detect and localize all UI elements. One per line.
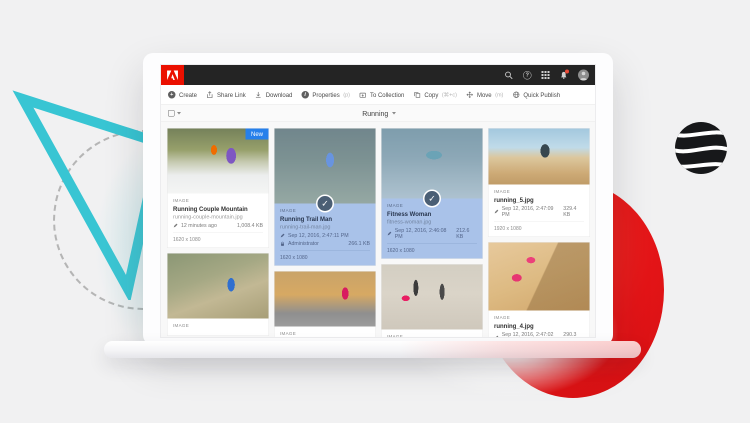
modified-date: Sep 12, 2016, 2:47:11 PM	[288, 233, 349, 239]
asset-thumbnail	[382, 265, 483, 330]
action-toolbar: + Create Share Link Download	[161, 85, 596, 105]
adobe-a-icon	[167, 70, 178, 80]
create-button[interactable]: + Create	[168, 91, 197, 99]
asset-type-label: IMAGE	[494, 189, 584, 194]
asset-card-running-3[interactable]: IMAGE running_3.jpg	[381, 264, 483, 338]
grid-column-4: IMAGE running_5.jpg Sep 12, 2016, 2:47:0…	[488, 128, 590, 333]
asset-type-label: IMAGE	[280, 331, 370, 336]
asset-thumbnail	[489, 129, 590, 185]
share-link-button[interactable]: Share Link	[206, 91, 246, 99]
asset-thumbnail	[275, 272, 376, 327]
asset-dimensions: 1920 x 1080	[494, 222, 584, 232]
asset-dimensions: 1620 x 1080	[280, 251, 370, 261]
new-badge: New	[245, 129, 268, 140]
pencil-icon	[494, 335, 499, 338]
modified-date: Sep 12, 2016, 2:46:08 PM	[395, 228, 453, 240]
chevron-down-icon	[392, 112, 396, 115]
move-button[interactable]: Move (m)	[466, 91, 503, 99]
pencil-icon	[494, 209, 499, 214]
grid-column-2: ✓ IMAGE Running Trail Man running-trail-…	[274, 128, 376, 333]
asset-title: running_5.jpg	[494, 197, 584, 204]
pencil-icon	[387, 231, 392, 236]
folder-title: Running	[362, 109, 388, 117]
to-collection-button[interactable]: To Collection	[359, 91, 404, 99]
app-topbar: ?	[161, 65, 596, 85]
move-icon	[466, 91, 474, 99]
help-icon[interactable]: ?	[523, 71, 532, 80]
grid-column-1: New IMAGE Running Couple Mountain runnin…	[167, 128, 269, 333]
asset-type-label: IMAGE	[387, 334, 477, 338]
asset-thumbnail	[489, 243, 590, 311]
asset-card-running-trail-man[interactable]: ✓ IMAGE Running Trail Man running-trail-…	[274, 128, 376, 266]
laptop-base	[104, 341, 641, 358]
file-size: 212.6 KB	[456, 228, 477, 240]
selected-check-icon[interactable]: ✓	[423, 190, 441, 208]
modified-date: 12 minutes ago	[181, 223, 217, 229]
properties-icon: i	[301, 91, 309, 99]
pencil-icon	[280, 233, 285, 238]
asset-card-running-couple-mountain[interactable]: New IMAGE Running Couple Mountain runnin…	[167, 128, 269, 248]
asset-card-row2-col1[interactable]: IMAGE	[167, 253, 269, 336]
selected-check-icon[interactable]: ✓	[316, 195, 334, 213]
apps-grid-icon[interactable]	[542, 71, 550, 79]
asset-filename: running-couple-mountain.jpg	[173, 214, 263, 220]
quick-publish-button[interactable]: Quick Publish	[512, 91, 560, 99]
search-icon[interactable]	[505, 71, 514, 80]
asset-filename: fitness-woman.jpg	[387, 219, 477, 225]
asset-title: running_4.jpg	[494, 323, 584, 330]
copy-icon	[413, 91, 421, 99]
notification-badge	[565, 69, 569, 73]
collection-icon	[359, 91, 367, 99]
folder-title-dropdown[interactable]: Running	[161, 109, 596, 117]
avatar[interactable]	[578, 70, 589, 81]
create-icon: +	[168, 91, 176, 99]
download-button[interactable]: Download	[255, 91, 293, 99]
share-icon	[206, 91, 214, 99]
copy-button[interactable]: Copy (⌘+c)	[413, 91, 457, 99]
adobe-logo[interactable]	[161, 65, 184, 85]
app-window: ?	[160, 64, 596, 338]
file-size: 329.4 KB	[563, 206, 584, 218]
asset-grid: New IMAGE Running Couple Mountain runnin…	[161, 122, 596, 338]
download-icon	[255, 91, 263, 99]
locked-by: Administrator	[288, 241, 319, 247]
file-size: 290.3 KB	[563, 332, 584, 339]
asset-filename: running-trail-man.jpg	[280, 224, 370, 230]
properties-button[interactable]: i Properties (p)	[301, 91, 350, 99]
asset-thumbnail	[168, 254, 269, 319]
asset-title: Running Trail Man	[280, 216, 370, 223]
striped-sphere-decoration	[674, 121, 728, 175]
publish-globe-icon	[512, 91, 520, 99]
asset-dimensions: 1620 x 1080	[387, 244, 477, 254]
collection-header: Running	[161, 105, 596, 122]
asset-title: Fitness Woman	[387, 211, 477, 218]
lock-icon	[280, 241, 285, 247]
asset-title: Running Couple Mountain	[173, 206, 263, 213]
asset-type-label: IMAGE	[173, 323, 263, 328]
asset-thumbnail: ✓	[382, 129, 483, 199]
notifications-bell-icon[interactable]	[560, 71, 569, 80]
modified-date: Sep 12, 2016, 2:47:09 PM	[502, 206, 560, 218]
asset-card-running-1[interactable]: IMAGE running_1.jpg	[274, 271, 376, 338]
asset-card-running-5[interactable]: IMAGE running_5.jpg Sep 12, 2016, 2:47:0…	[488, 128, 590, 237]
asset-thumbnail: New	[168, 129, 269, 194]
file-size: 266.1 KB	[348, 241, 370, 247]
modified-date: Sep 12, 2016, 2:47:02 PM	[502, 332, 560, 339]
laptop-screen: ?	[143, 53, 613, 345]
asset-thumbnail: ✓	[275, 129, 376, 204]
grid-column-3: ✓ IMAGE Fitness Woman fitness-woman.jpg …	[381, 128, 483, 333]
asset-card-running-4[interactable]: IMAGE running_4.jpg Sep 12, 2016, 2:47:0…	[488, 242, 590, 338]
asset-dimensions: 1620 x 1080	[173, 233, 263, 243]
pencil-icon	[173, 223, 178, 228]
asset-type-label: IMAGE	[494, 315, 584, 320]
hero-stage: ?	[0, 0, 750, 423]
file-size: 1,008.4 KB	[237, 223, 263, 229]
asset-card-fitness-woman[interactable]: ✓ IMAGE Fitness Woman fitness-woman.jpg …	[381, 128, 483, 259]
asset-type-label: IMAGE	[173, 198, 263, 203]
